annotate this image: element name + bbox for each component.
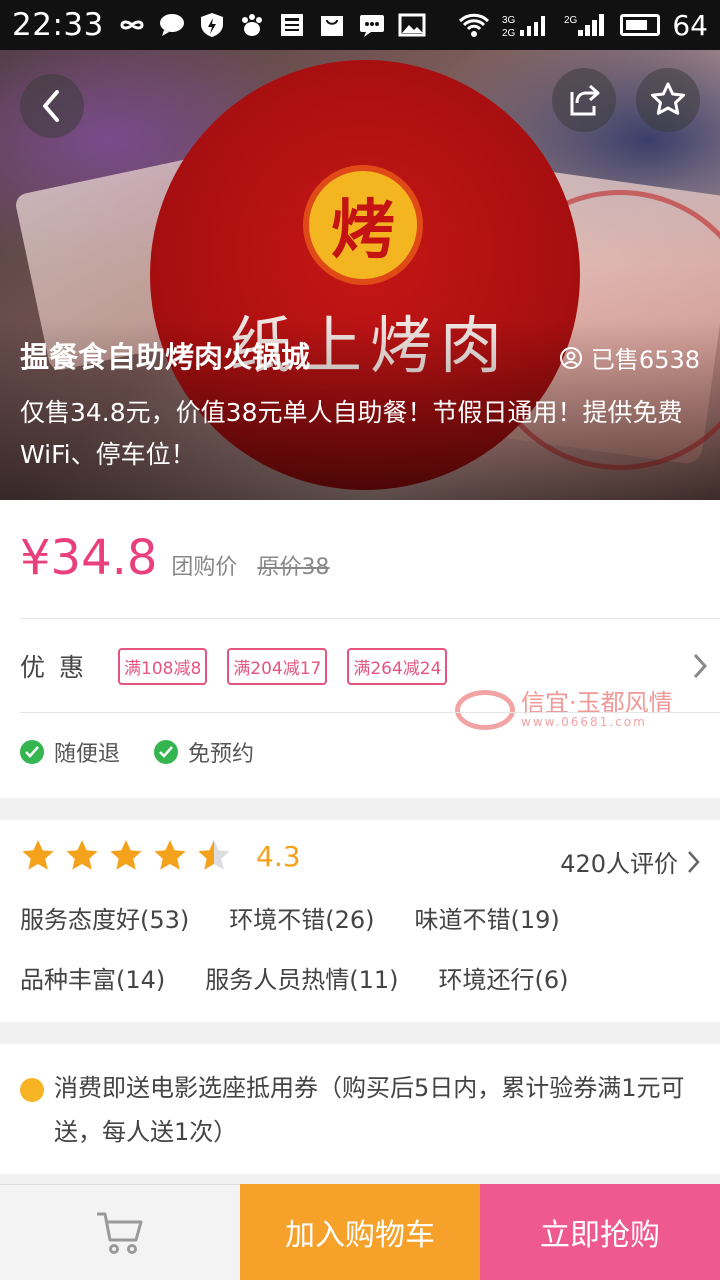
svg-text:2G: 2G: [564, 15, 578, 26]
star-half-icon: [198, 840, 230, 870]
site-watermark: 信宜·玉都风情 www.06681.com: [455, 690, 673, 730]
svg-text:3G: 3G: [502, 15, 516, 26]
review-keywords-row: 品种丰富(14) 服务人员热情(11) 环境还行(6): [20, 960, 569, 995]
guarantee-row: 随便退 免预约: [20, 736, 254, 768]
guarantee-no-reservation: 免预约: [154, 736, 254, 768]
review-keywords-row: 服务态度好(53) 环境不错(26) 味道不错(19): [20, 900, 560, 935]
paw-icon: [241, 14, 262, 36]
promo-tag: 满264减24: [347, 647, 448, 685]
watermark-text-block: 信宜·玉都风情 www.06681.com: [521, 691, 673, 729]
gift-text: 消费即送电影选座抵用券（购买后5日内，累计验券满1元可送，每人送1次）: [54, 1074, 685, 1146]
user-icon: [559, 346, 582, 369]
price-amount: ¥34.8: [20, 530, 158, 586]
infinity-icon: [120, 20, 144, 30]
chevron-right-icon: [693, 653, 708, 679]
price-info-card: ¥34.8 团购价 原价38 优惠 满108减8 满204减17 满264减24…: [0, 500, 720, 798]
message-icon: [359, 15, 384, 37]
review-keyword[interactable]: 品种丰富(14): [20, 960, 165, 995]
rating-score: 4.3: [256, 839, 301, 873]
star-full-icon: [154, 840, 186, 870]
buy-now-button[interactable]: 立即抢购: [480, 1184, 720, 1280]
sold-count: 已售6538: [559, 340, 700, 375]
shield-icon: [200, 13, 223, 37]
star-rating: 4.3: [20, 838, 301, 874]
divider: [20, 712, 720, 713]
add-to-cart-button[interactable]: 加入购物车: [240, 1184, 480, 1280]
promo-tag: 满204减17: [227, 647, 328, 685]
cart-button[interactable]: [0, 1184, 240, 1280]
sold-text: 已售6538: [590, 346, 700, 374]
status-bar: 22:33 3G 2G 2G 64: [0, 0, 720, 50]
image-icon: [398, 13, 426, 37]
check-icon: [154, 740, 179, 764]
review-count: 420人评价: [560, 850, 678, 878]
chevron-right-icon: [688, 850, 700, 873]
review-count-link[interactable]: 420人评价: [560, 844, 702, 879]
guarantee-label: 随便退: [54, 742, 121, 767]
battery-level: 64: [672, 8, 708, 42]
watermark-url: www.06681.com: [521, 715, 647, 729]
gift-card: 消费即送电影选座抵用券（购买后5日内，累计验券满1元可送，每人送1次）: [0, 1044, 720, 1174]
check-icon: [20, 740, 44, 764]
logo-badge: 烤: [303, 165, 423, 285]
review-keyword[interactable]: 环境不错(26): [229, 900, 374, 935]
signal-2g-icon: 2G: [564, 14, 605, 36]
chevron-left-icon: [43, 90, 59, 122]
favorite-button[interactable]: [636, 68, 700, 132]
bottom-action-bar: 加入购物车 立即抢购: [0, 1184, 720, 1280]
promo-tag: 满108减8: [118, 647, 208, 685]
review-keyword[interactable]: 味道不错(19): [415, 900, 560, 935]
guarantee-label: 免预约: [188, 742, 255, 767]
battery-icon: [620, 14, 661, 36]
review-keyword[interactable]: 环境还行(6): [439, 960, 569, 995]
svg-text:2G: 2G: [502, 28, 516, 38]
star-outline-icon: [651, 82, 685, 115]
promo-label: 优惠: [20, 653, 99, 682]
divider: [20, 618, 720, 619]
share-button[interactable]: [552, 68, 616, 132]
chat-icon: [159, 14, 184, 36]
review-keyword[interactable]: 服务态度好(53): [20, 900, 189, 935]
promo-row[interactable]: 优惠 满108减8 满204减17 满264减24: [20, 638, 710, 694]
bag-icon: [320, 16, 343, 36]
guarantee-refund: 随便退: [20, 736, 120, 768]
price-row: ¥34.8 团购价 原价38: [20, 530, 329, 586]
cart-icon: [97, 1212, 143, 1254]
news-icon: [280, 14, 303, 36]
wifi-icon: [459, 13, 490, 37]
star-full-icon: [66, 840, 98, 870]
price-tag: 团购价: [171, 555, 238, 580]
review-keyword[interactable]: 服务人员热情(11): [205, 960, 398, 995]
star-full-icon: [110, 840, 142, 870]
signal-3g-icon: 3G2G: [502, 15, 546, 38]
rating-card[interactable]: 4.3 420人评价 服务态度好(53) 环境不错(26) 味道不错(19) 品…: [0, 820, 720, 1022]
deal-description: 仅售34.8元，价值38元单人自助餐！节假日通用！提供免费WiFi、停车位！: [20, 398, 683, 469]
status-time: 22:33: [12, 7, 104, 43]
deal-title: 揾餐食自助烤肉火锅城: [20, 340, 311, 374]
watermark-logo: [455, 690, 515, 730]
share-icon: [570, 84, 600, 116]
back-button[interactable]: [20, 74, 84, 138]
star-full-icon: [22, 840, 54, 870]
hero-banner: 烤 纸上烤肉 揾餐食自助烤肉火锅城 已售6538 仅售34.8元，价值38元单人…: [0, 50, 720, 500]
status-icons: [118, 12, 426, 38]
smile-icon: [20, 1078, 44, 1102]
status-right: 3G 2G 2G 64: [458, 9, 708, 42]
original-price: 原价38: [257, 555, 330, 580]
promo-tags: 满108减8 满204减17 满264减24: [118, 647, 448, 685]
